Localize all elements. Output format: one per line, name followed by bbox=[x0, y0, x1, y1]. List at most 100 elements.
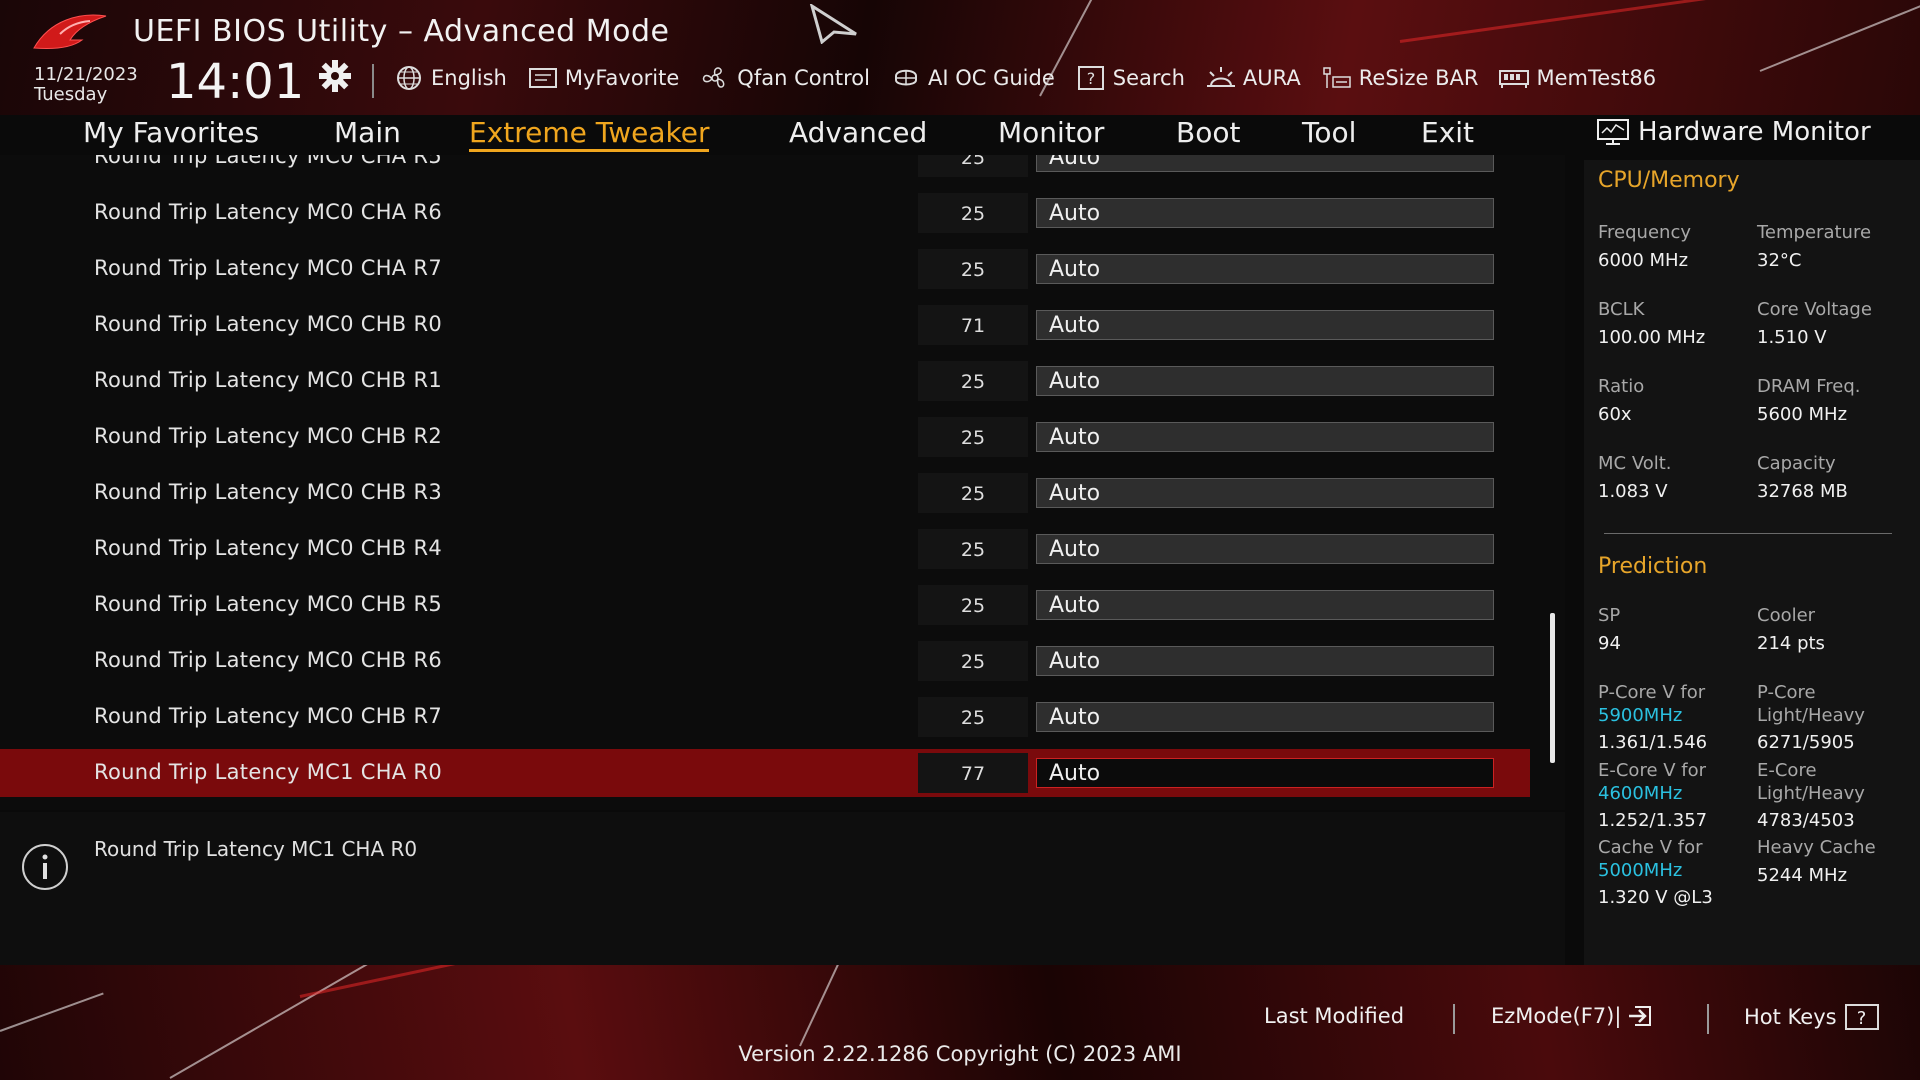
setting-select[interactable]: Auto bbox=[1036, 478, 1494, 508]
tab-tool[interactable]: Tool bbox=[1302, 116, 1356, 149]
setting-row[interactable]: Round Trip Latency MC0 CHB R1 25 Auto bbox=[0, 357, 1530, 405]
tab-main[interactable]: Main bbox=[334, 116, 401, 149]
main-menu: My Favorites Main Extreme Tweaker Advanc… bbox=[0, 113, 1570, 155]
list-scrollbar[interactable] bbox=[1550, 613, 1555, 763]
setting-current-value: 25 bbox=[918, 417, 1028, 457]
exit-arrow-icon bbox=[1629, 1006, 1652, 1026]
setting-select[interactable]: Auto bbox=[1036, 366, 1494, 396]
setting-row[interactable]: Round Trip Latency MC0 CHB R4 25 Auto bbox=[0, 525, 1530, 573]
setting-row[interactable]: Round Trip Latency MC0 CHB R3 25 Auto bbox=[0, 469, 1530, 517]
setting-row[interactable]: Round Trip Latency MC0 CHA R6 25 Auto bbox=[0, 189, 1530, 237]
toolbar: English MyFavorite Qfan Control AI OC Gu… bbox=[393, 62, 1676, 94]
gear-icon[interactable] bbox=[318, 59, 352, 93]
cooler-label: Cooler bbox=[1757, 605, 1816, 626]
ezmode-label: EzMode(F7)| bbox=[1491, 1004, 1622, 1028]
tab-boot[interactable]: Boot bbox=[1176, 116, 1240, 149]
memtest86-button[interactable]: MemTest86 bbox=[1498, 64, 1656, 92]
search-icon: ? bbox=[1077, 66, 1104, 90]
setting-select[interactable]: Auto bbox=[1036, 198, 1494, 228]
decor-streak bbox=[799, 965, 869, 1047]
core-voltage-label: Core Voltage bbox=[1757, 299, 1872, 320]
setting-select[interactable]: Auto bbox=[1036, 534, 1494, 564]
setting-current-value: 25 bbox=[918, 641, 1028, 681]
tab-advanced[interactable]: Advanced bbox=[789, 116, 927, 149]
dram-freq-value: 5600 MHz bbox=[1757, 404, 1848, 425]
date-text: 11/21/2023 bbox=[34, 64, 138, 85]
language-label: English bbox=[431, 66, 507, 90]
prediction-section-title: Prediction bbox=[1598, 554, 1708, 579]
myfavorite-button[interactable]: MyFavorite bbox=[527, 64, 679, 92]
ai-oc-guide-label: AI OC Guide bbox=[927, 66, 1055, 90]
setting-select[interactable]: Auto bbox=[1036, 422, 1494, 452]
setting-row[interactable]: Round Trip Latency MC0 CHB R6 25 Auto bbox=[0, 637, 1530, 685]
tab-exit[interactable]: Exit bbox=[1421, 116, 1474, 149]
tab-monitor[interactable]: Monitor bbox=[998, 116, 1104, 149]
search-button[interactable]: ? Search bbox=[1075, 64, 1185, 92]
pcore-v-value: 1.361/1.546 bbox=[1598, 732, 1708, 753]
globe-icon bbox=[397, 66, 421, 90]
core-voltage-value: 1.510 V bbox=[1757, 327, 1827, 348]
help-text: Round Trip Latency MC1 CHA R0 bbox=[94, 837, 418, 861]
info-icon bbox=[22, 844, 68, 890]
tab-extreme-tweaker[interactable]: Extreme Tweaker bbox=[469, 116, 710, 152]
setting-label: Round Trip Latency MC0 CHB R7 bbox=[94, 704, 443, 728]
capacity-value: 32768 MB bbox=[1757, 481, 1848, 502]
clock-time: 14:01 bbox=[166, 54, 305, 110]
setting-current-value: 25 bbox=[918, 155, 1028, 177]
setting-current-value: 71 bbox=[918, 305, 1028, 345]
hot-keys-button[interactable]: Hot Keys ? bbox=[1744, 1004, 1879, 1030]
setting-row[interactable]: Round Trip Latency MC0 CHA R7 25 Auto bbox=[0, 245, 1530, 293]
setting-select[interactable]: Auto bbox=[1036, 646, 1494, 676]
setting-row[interactable]: Round Trip Latency MC0 CHA R5 25 Auto bbox=[0, 155, 1530, 181]
setting-current-value: 25 bbox=[918, 193, 1028, 233]
day-text: Tuesday bbox=[34, 84, 108, 105]
cooler-value: 214 pts bbox=[1757, 633, 1825, 654]
setting-current-value: 25 bbox=[918, 361, 1028, 401]
setting-label: Round Trip Latency MC0 CHB R1 bbox=[94, 368, 443, 392]
aura-button[interactable]: AURA bbox=[1205, 64, 1301, 92]
setting-label: Round Trip Latency MC0 CHA R6 bbox=[94, 200, 442, 224]
setting-row[interactable]: Round Trip Latency MC0 CHB R2 25 Auto bbox=[0, 413, 1530, 461]
ecore-light-heavy-value: 4783/4503 bbox=[1757, 810, 1855, 831]
setting-label: Round Trip Latency MC0 CHB R3 bbox=[94, 480, 443, 504]
pcore-v-label: P-Core V for bbox=[1598, 682, 1706, 703]
ratio-value: 60x bbox=[1598, 404, 1632, 425]
ecore-v-frequency: 4600MHz bbox=[1598, 783, 1683, 804]
setting-select[interactable]: Auto bbox=[1036, 310, 1494, 340]
rog-logo-icon bbox=[33, 14, 107, 49]
toolbar-separator bbox=[372, 64, 374, 98]
last-modified-button[interactable]: Last Modified bbox=[1264, 1004, 1404, 1028]
pcore-light-heavy-label-2: Light/Heavy bbox=[1757, 705, 1865, 726]
decor-streak bbox=[1399, 0, 1777, 43]
mouse-cursor-icon bbox=[809, 4, 857, 44]
hardware-monitor-header: Hardware Monitor bbox=[1596, 117, 1871, 147]
setting-select[interactable]: Auto bbox=[1036, 254, 1494, 284]
setting-label: Round Trip Latency MC0 CHA R7 bbox=[94, 256, 442, 280]
setting-select[interactable]: Auto bbox=[1036, 155, 1494, 172]
memtest86-label: MemTest86 bbox=[1536, 66, 1657, 90]
ai-oc-guide-button[interactable]: AI OC Guide bbox=[890, 64, 1055, 92]
setting-row[interactable]: Round Trip Latency MC0 CHB R7 25 Auto bbox=[0, 693, 1530, 741]
language-button[interactable]: English bbox=[393, 64, 507, 92]
sp-value: 94 bbox=[1598, 633, 1621, 654]
setting-current-value: 25 bbox=[918, 473, 1028, 513]
setting-row[interactable]: Round Trip Latency MC0 CHB R5 25 Auto bbox=[0, 581, 1530, 629]
setting-row-selected[interactable]: Round Trip Latency MC1 CHA R0 77 Auto bbox=[0, 749, 1530, 797]
bclk-label: BCLK bbox=[1598, 299, 1645, 320]
qfan-control-button[interactable]: Qfan Control bbox=[699, 64, 870, 92]
help-key-icon: ? bbox=[1844, 1004, 1879, 1030]
setting-select[interactable]: Auto bbox=[1036, 702, 1494, 732]
decor-streak bbox=[299, 965, 712, 998]
cache-v-label: Cache V for bbox=[1598, 837, 1703, 858]
ecore-v-value: 1.252/1.357 bbox=[1598, 810, 1708, 831]
setting-select[interactable]: Auto bbox=[1036, 590, 1494, 620]
mc-volt-label: MC Volt. bbox=[1598, 453, 1672, 474]
myfavorite-label: MyFavorite bbox=[564, 66, 680, 90]
setting-row[interactable]: Round Trip Latency MC0 CHB R0 71 Auto bbox=[0, 301, 1530, 349]
setting-select[interactable]: Auto bbox=[1036, 758, 1494, 788]
tab-my-favorites[interactable]: My Favorites bbox=[83, 116, 259, 149]
resize-bar-button[interactable]: ReSize BAR bbox=[1321, 64, 1478, 92]
pcore-light-heavy-label-1: P-Core bbox=[1757, 682, 1816, 703]
fan-icon bbox=[703, 67, 725, 88]
ezmode-button[interactable]: EzMode(F7)| bbox=[1491, 1004, 1653, 1028]
